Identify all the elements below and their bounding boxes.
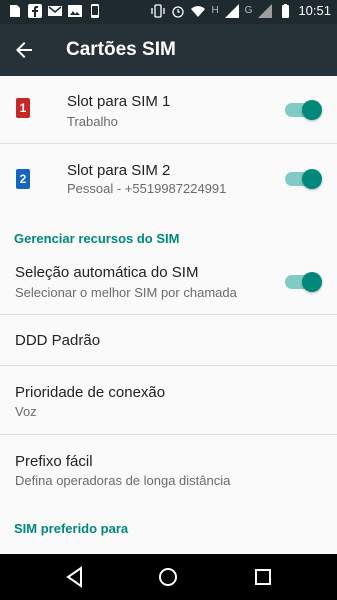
prefix-row[interactable]: Prefixo fácil Defina operadoras de longa… <box>0 435 337 503</box>
wifi-icon <box>191 5 206 17</box>
auto-select-toggle[interactable] <box>285 272 322 292</box>
prefix-title: Prefixo fácil <box>15 453 93 470</box>
auto-select-row[interactable]: Seleção automática do SIM Selecionar o m… <box>0 252 337 315</box>
prefix-subtitle: Defina operadoras de longa distância <box>15 473 231 488</box>
toggle-knob <box>302 100 322 120</box>
back-arrow-icon[interactable] <box>12 38 36 62</box>
priority-row[interactable]: Prioridade de conexão Voz <box>0 366 337 435</box>
sim-icon <box>10 5 20 17</box>
sim-1-icon: 1 <box>16 98 30 118</box>
sim-slot-2-row[interactable]: 2 Slot para SIM 2 Pessoal - +55199872249… <box>0 144 337 212</box>
sim-slot-2-subtitle: Pessoal - +5519987224991 <box>67 181 227 196</box>
status-time: 10:51 <box>298 3 331 18</box>
ddd-row[interactable]: DDD Padrão <box>0 315 337 366</box>
signal-g-icon <box>258 3 273 18</box>
sim-slot-1-subtitle: Trabalho <box>67 114 118 129</box>
toggle-knob <box>302 169 322 189</box>
recents-icon[interactable] <box>250 564 276 590</box>
notification-icons <box>8 4 102 18</box>
battery-icon <box>282 3 290 18</box>
priority-title: Prioridade de conexão <box>15 384 166 401</box>
facebook-icon <box>28 4 42 18</box>
sim-slot-1-toggle[interactable] <box>285 100 322 120</box>
signal-h-label: H <box>211 5 219 16</box>
image-icon <box>68 5 82 17</box>
signal-h-icon <box>224 3 239 18</box>
home-icon[interactable] <box>155 564 181 590</box>
page-title: Cartões SIM <box>66 39 176 60</box>
gmail-icon <box>48 6 62 16</box>
status-bar: H G 10:51 <box>0 0 337 24</box>
app-bar: Cartões SIM <box>0 24 337 76</box>
sim-slot-2-toggle[interactable] <box>285 169 322 189</box>
sim-2-icon: 2 <box>16 169 30 189</box>
navigation-bar <box>0 554 337 600</box>
signal-g-label: G <box>244 5 253 16</box>
section-header-preferred: SIM preferido para <box>14 521 129 536</box>
alarm-icon <box>172 5 185 18</box>
sim-slot-2-title: Slot para SIM 2 <box>67 162 171 179</box>
vibrate-icon <box>151 3 166 18</box>
auto-select-subtitle: Selecionar o melhor SIM por chamada <box>15 285 237 300</box>
back-icon[interactable] <box>62 564 88 590</box>
priority-subtitle: Voz <box>15 404 37 419</box>
sim-slot-1-row[interactable]: 1 Slot para SIM 1 Trabalho <box>0 76 337 144</box>
phone-icon <box>91 4 99 18</box>
sim-slot-1-title: Slot para SIM 1 <box>67 93 171 110</box>
section-header-manage: Gerenciar recursos do SIM <box>14 231 180 246</box>
ddd-title: DDD Padrão <box>15 332 101 349</box>
auto-select-title: Seleção automática do SIM <box>15 264 199 281</box>
system-icons: H G 10:51 <box>151 3 331 18</box>
toggle-knob <box>302 272 322 292</box>
